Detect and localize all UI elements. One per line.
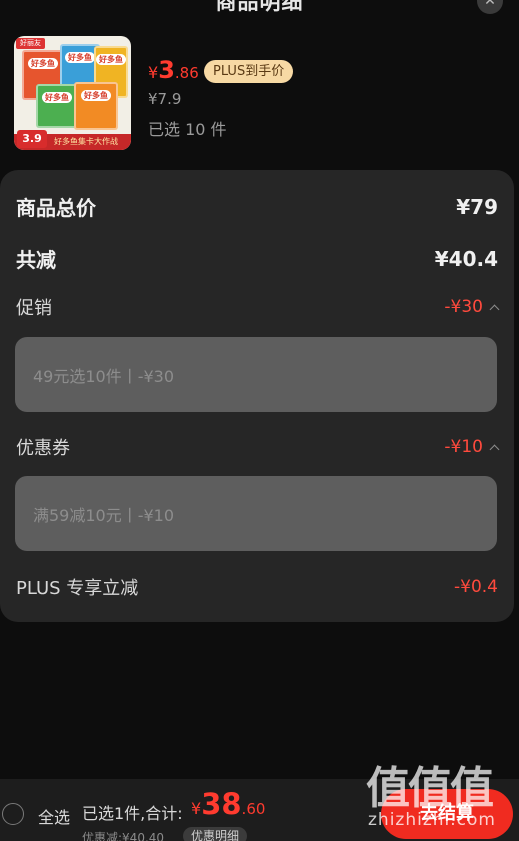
promo-value: -¥30 (444, 297, 500, 317)
select-all-checkbox[interactable] (2, 803, 24, 825)
coupon-detail-box: 满59减10元丨-¥10 (15, 476, 497, 551)
brand-badge: 好丽友 (16, 38, 45, 49)
total-integer: 38 (201, 787, 242, 821)
promo-detail-text: 49元选10件丨-¥30 (33, 366, 175, 386)
coupon-label: 优惠券 (16, 438, 70, 459)
select-all-label[interactable]: 全选 (38, 804, 70, 828)
product-price: ¥ 3 .86 (148, 56, 199, 86)
chevron-up-icon[interactable] (489, 304, 500, 314)
snack-box-image: 好多鱼 (74, 82, 118, 130)
coupon-value: -¥10 (444, 437, 500, 457)
promo-row[interactable]: 促销 -¥30 (16, 294, 500, 320)
price-symbol: ¥ (148, 63, 159, 82)
total-price-label: 商品总价 (16, 196, 96, 220)
coupon-row[interactable]: 优惠券 -¥10 (16, 434, 500, 460)
selected-count: 已选 10 件 (148, 120, 227, 139)
order-total-price: ¥ 38 .60 (191, 787, 265, 821)
total-price-value: ¥79 (456, 194, 498, 219)
plus-discount-row: PLUS 专享立减 -¥0.4 (16, 574, 498, 600)
price-decimal: .86 (174, 64, 199, 82)
discount-detail-button[interactable]: 优惠明细 (183, 827, 248, 841)
snack-box-image: 好多鱼 (36, 84, 78, 128)
product-thumbnail[interactable]: 好丽友 好多鱼 好多鱼 好多鱼 好多鱼 好多鱼 好多鱼集卡大作战 3.9 (14, 36, 131, 150)
plus-price-tag: PLUS到手价 (204, 60, 294, 83)
total-decimal: .60 (241, 800, 266, 818)
price-summary-panel: 商品总价 ¥79 共减 ¥40.4 促销 -¥30 49元选10件丨-¥30 优… (0, 170, 514, 622)
chevron-up-icon[interactable] (489, 444, 500, 454)
thumb-price-tag: 3.9 (17, 130, 47, 148)
selected-total-label: 已选1件,合计: (82, 804, 183, 823)
original-price: ¥7.9 (148, 90, 182, 108)
promo-label: 促销 (16, 298, 52, 319)
sheet-header: 商品明细 ✕ (0, 0, 519, 20)
sheet-title: 商品明细 (215, 0, 304, 14)
total-reduce-value: ¥40.4 (434, 246, 498, 271)
plus-discount-label: PLUS 专享立减 (16, 578, 139, 599)
checkout-bar: 全选 已选1件,合计: ¥ 38 .60 优惠减:¥40.40 优惠明细 去结算 (0, 779, 519, 841)
discount-summary: 优惠减:¥40.40 (82, 831, 165, 841)
checkout-button[interactable]: 去结算 (381, 789, 513, 839)
total-price-row: 商品总价 ¥79 (16, 192, 498, 221)
total-reduce-row: 共减 ¥40.4 (16, 244, 498, 273)
promo-detail-box: 49元选10件丨-¥30 (15, 337, 497, 412)
coupon-detail-text: 满59减10元丨-¥10 (33, 505, 175, 525)
thumb-banner-text: 好多鱼集卡大作战 (54, 137, 118, 146)
price-integer: 3 (158, 56, 175, 84)
total-reduce-label: 共减 (16, 248, 56, 272)
plus-discount-value: -¥0.4 (454, 577, 498, 597)
total-symbol: ¥ (191, 799, 202, 818)
